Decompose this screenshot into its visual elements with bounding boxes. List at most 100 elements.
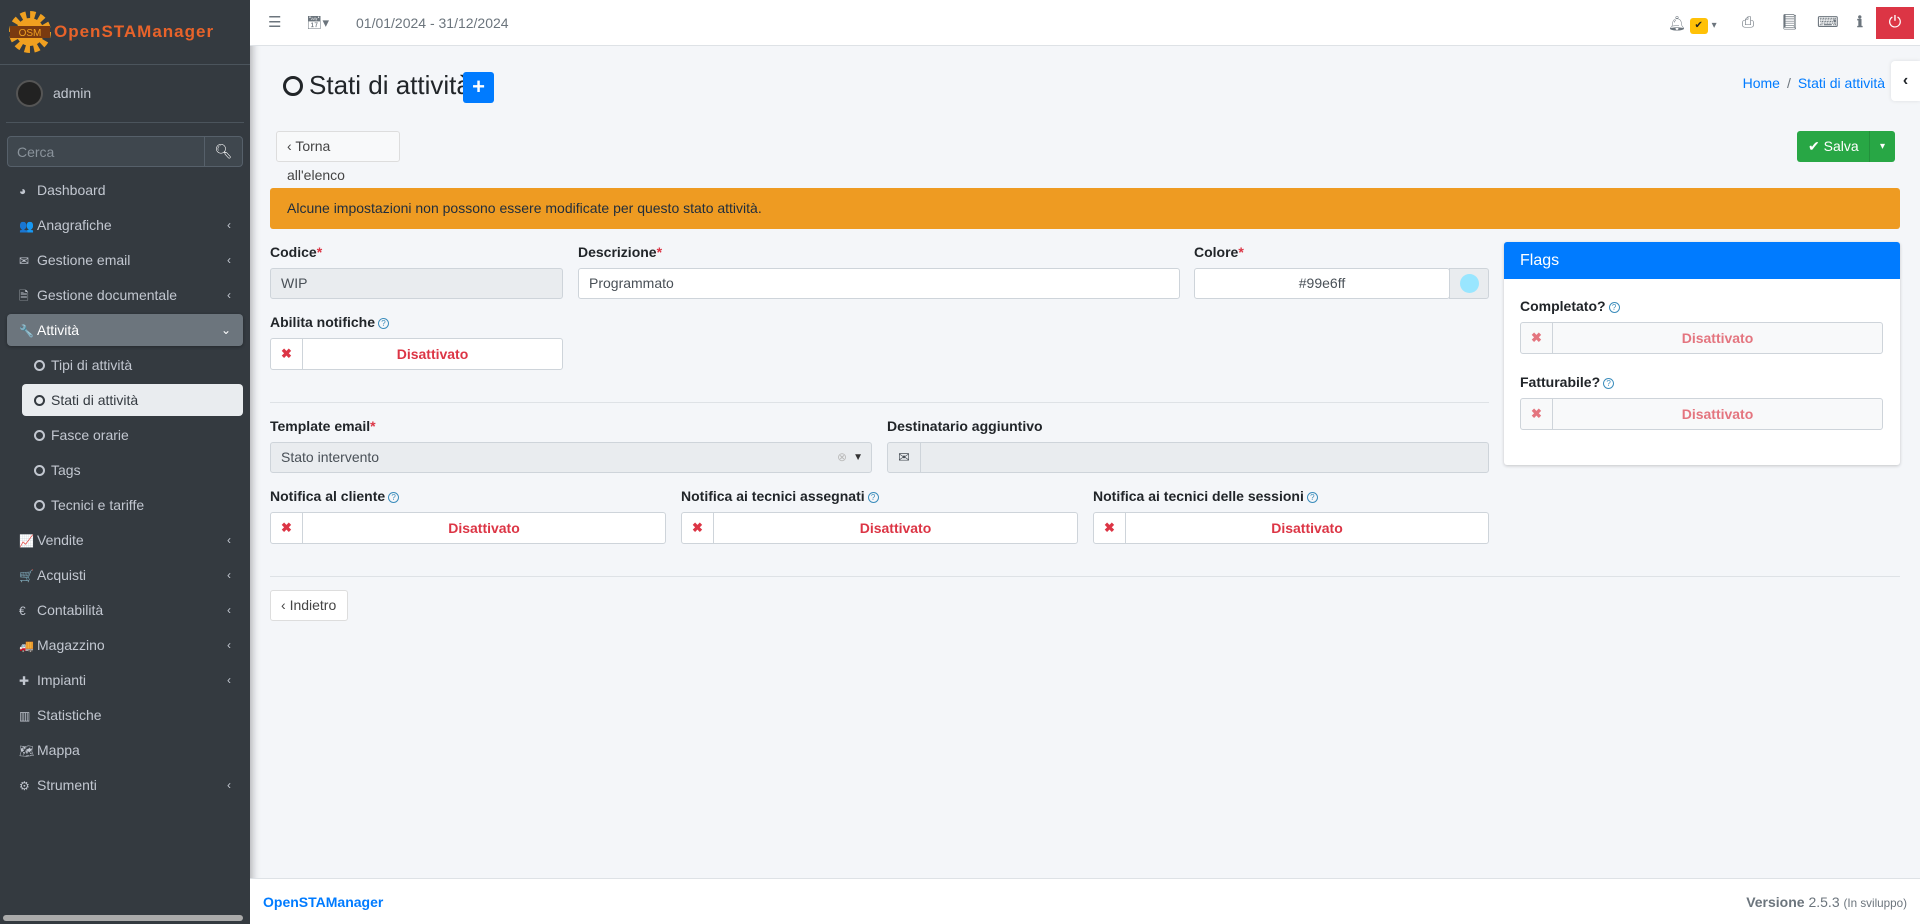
sidebar-item-contabilit-[interactable]: € Contabilità ‹	[7, 594, 243, 626]
truck-icon: 🚚	[19, 639, 34, 653]
sidebar-item-tecnici-e-tariffe[interactable]: Tecnici e tariffe	[22, 489, 243, 521]
add-button[interactable]: +	[463, 72, 494, 103]
colore-input[interactable]: #99e6ff	[1194, 268, 1450, 299]
sidebar-item-strumenti[interactable]: ⚙ Strumenti ‹	[7, 769, 243, 801]
sidebar-item-tags[interactable]: Tags	[22, 454, 243, 486]
envelope-icon: ✉	[19, 254, 30, 268]
help-icon[interactable]: ?	[388, 492, 400, 503]
sidebar-item-statistiche[interactable]: ▥ Statistiche	[7, 699, 243, 731]
footer-brand-link[interactable]: OpenSTAManager	[263, 894, 383, 910]
fatturabile-toggle[interactable]: ✖ Disattivato	[1520, 398, 1883, 430]
codice-input[interactable]: WIP	[270, 268, 563, 299]
puzzle-icon: ✚	[19, 674, 30, 688]
logout-power-icon[interactable]: ⏻	[1876, 7, 1914, 39]
sidebar-item-label: Stati di attività	[51, 392, 139, 408]
chevron-icon: ‹	[227, 603, 231, 617]
sidebar-item-magazzino[interactable]: 🚚 Magazzino ‹	[7, 629, 243, 661]
keyboard-icon[interactable]: ⌨	[1817, 0, 1839, 46]
sidebar-item-fasce-orarie[interactable]: Fasce orarie	[22, 419, 243, 451]
notifica-sessioni-toggle[interactable]: ✖ Disattivato	[1093, 512, 1489, 544]
cross-icon: ✖	[1521, 399, 1553, 429]
hamburger-menu-icon[interactable]: ☰	[268, 0, 281, 46]
sidebar-item-vendite[interactable]: 📈 Vendite ‹	[7, 524, 243, 556]
sidebar-item-gestione-documentale[interactable]: 🗎 Gestione documentale ‹	[7, 279, 243, 311]
sidebar-item-anagrafiche[interactable]: 👥 Anagrafiche ‹	[7, 209, 243, 241]
cog-icon: ⚙	[19, 779, 30, 793]
logo[interactable]: OSM OpenSTAManager	[0, 0, 250, 65]
date-range[interactable]: 01/01/2024 - 31/12/2024	[356, 0, 509, 46]
back-to-list-button[interactable]: ‹ Torna all'elenco	[276, 131, 400, 183]
back-button[interactable]: ‹ Indietro	[270, 590, 348, 621]
sidebar-scrollbar[interactable]	[3, 915, 243, 921]
help-icon[interactable]: ?	[1608, 302, 1620, 313]
calendar-icon[interactable]: 📅︎▾	[306, 0, 329, 46]
save-dropdown-caret[interactable]: ▾	[1869, 131, 1895, 162]
sidebar-item-tipi-di-attivit-[interactable]: Tipi di attività	[22, 349, 243, 381]
user-name: admin	[53, 85, 92, 101]
caret-down-icon: ▾	[1711, 20, 1717, 31]
template-email-select[interactable]: Stato intervento ⊗ ▼	[270, 442, 872, 473]
save-button[interactable]: ✔ Salva ▾	[1797, 131, 1895, 162]
breadcrumb-current[interactable]: Stati di attività	[1798, 75, 1885, 91]
print-icon[interactable]: ⎙	[1742, 0, 1754, 46]
cross-icon: ✖	[1094, 513, 1126, 543]
sidebar-item-label: Gestione email	[37, 252, 131, 268]
footer: OpenSTAManager Versione 2.5.3 (In svilup…	[250, 878, 1920, 924]
breadcrumb-home[interactable]: Home	[1743, 75, 1780, 91]
check-badge: ✔	[1689, 18, 1708, 34]
sidebar-item-label: Statistiche	[37, 707, 102, 723]
sidebar-item-label: Tecnici e tariffe	[51, 497, 145, 513]
sidebar-item-label: Anagrafiche	[37, 217, 112, 233]
sidebar-item-gestione-email[interactable]: ✉ Gestione email ‹	[7, 244, 243, 276]
sidebar-item-acquisti[interactable]: 🛒 Acquisti ‹	[7, 559, 243, 591]
completato-toggle[interactable]: ✖ Disattivato	[1520, 322, 1883, 354]
notifications-button[interactable]: 🔔︎ ✔ ▾	[1668, 0, 1717, 46]
sidebar-item-label: Impianti	[37, 672, 87, 688]
notifica-tecnici-toggle[interactable]: ✖ Disattivato	[681, 512, 1078, 544]
check-icon: ✔	[1808, 138, 1820, 154]
search-input[interactable]	[8, 137, 206, 166]
chevron-icon: ⌄	[220, 323, 231, 337]
topbar: ☰ 📅︎▾ 01/01/2024 - 31/12/2024 🔔︎ ✔ ▾ ⎙ 📘…	[250, 0, 1920, 46]
wrench-icon: 🔧	[19, 324, 34, 338]
bar-chart-icon: ▥	[19, 709, 31, 723]
chevron-icon: ‹	[227, 638, 231, 652]
descrizione-input[interactable]: Programmato	[578, 268, 1180, 299]
template-email-label: Template email*	[270, 418, 376, 434]
help-icon[interactable]: ?	[1306, 492, 1318, 503]
help-icon[interactable]: ?	[867, 492, 879, 503]
cross-icon: ✖	[271, 513, 303, 543]
info-icon[interactable]: ℹ	[1857, 0, 1863, 46]
sidebar-item-label: Tags	[51, 462, 81, 478]
sidebar-item-attivit-[interactable]: 🔧 Attività ⌄	[7, 314, 243, 346]
chevron-icon: ‹	[227, 568, 231, 582]
sidebar-item-dashboard[interactable]: ◕ Dashboard	[7, 174, 243, 206]
chevron-icon: ‹	[227, 288, 231, 302]
destinatario-input[interactable]: ✉	[887, 442, 1489, 473]
version-info: Versione 2.5.3 (In sviluppo)	[1746, 894, 1907, 910]
user-panel[interactable]: admin	[6, 65, 244, 123]
help-icon[interactable]: ?	[1603, 378, 1615, 389]
dashboard-icon: ◕	[19, 184, 27, 198]
chevron-icon: ‹	[227, 778, 231, 792]
book-icon[interactable]: 📘︎	[1780, 0, 1799, 46]
sidebar-item-impianti[interactable]: ✚ Impianti ‹	[7, 664, 243, 696]
circle-icon	[34, 465, 45, 476]
sidebar-item-stati-di-attivit-[interactable]: Stati di attività	[22, 384, 243, 416]
help-icon[interactable]: ?	[378, 318, 389, 329]
abilita-notifiche-toggle[interactable]: ✖ Disattivato	[270, 338, 563, 370]
cross-icon: ✖	[682, 513, 714, 543]
clear-icon[interactable]: ⊗	[837, 443, 847, 472]
sidebar-item-label: Contabilità	[37, 602, 104, 618]
chevron-icon: ‹	[227, 218, 231, 232]
search-button[interactable]: 🔍︎	[204, 137, 242, 166]
notifica-sessioni-label: Notifica ai tecnici delle sessioni?	[1093, 488, 1318, 504]
cross-icon: ✖	[1521, 323, 1553, 353]
color-picker-button[interactable]	[1449, 268, 1489, 299]
color-swatch	[1459, 274, 1479, 293]
notifica-cliente-toggle[interactable]: ✖ Disattivato	[270, 512, 666, 544]
avatar	[16, 80, 43, 107]
sidebar-item-mappa[interactable]: 🗺 Mappa	[7, 734, 243, 766]
collapse-panel-button[interactable]: ‹	[1891, 61, 1920, 101]
map-icon: 🗺	[19, 744, 35, 758]
